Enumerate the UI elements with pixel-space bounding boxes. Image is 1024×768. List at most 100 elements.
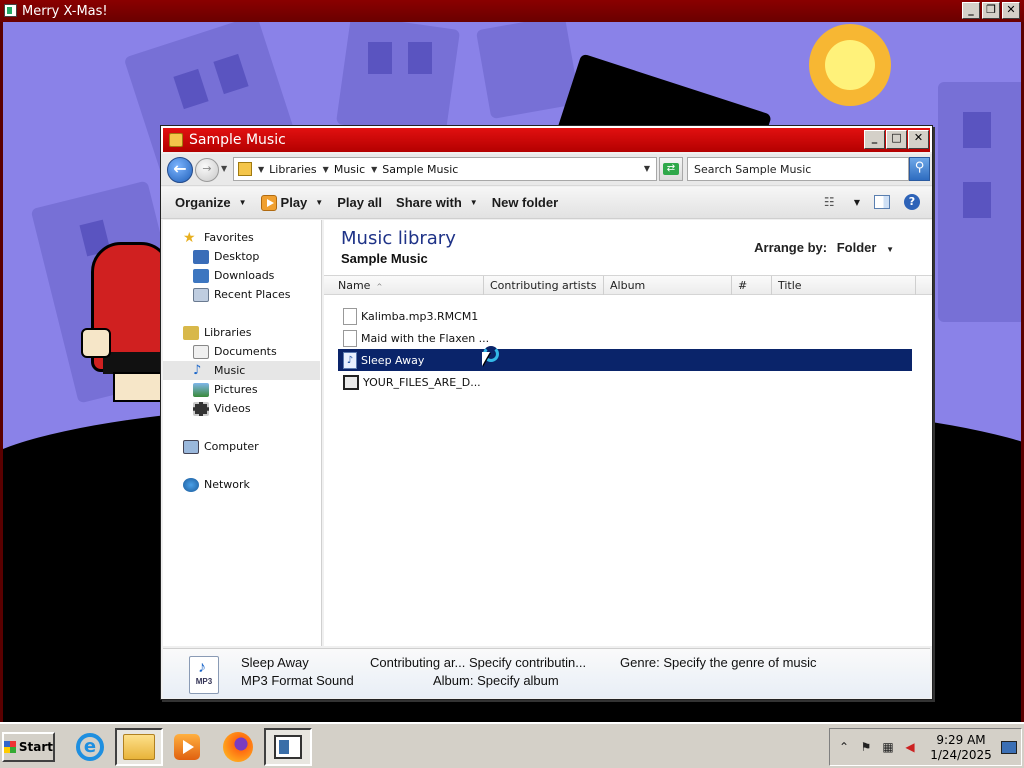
column-contributing-artists[interactable]: Contributing artists bbox=[484, 276, 604, 295]
views-icon[interactable]: ☷ bbox=[824, 195, 840, 209]
clock[interactable]: 9:29 AM 1/24/2025 bbox=[926, 733, 996, 763]
breadcrumb-music[interactable]: Music bbox=[334, 163, 365, 176]
breadcrumb-sample-music[interactable]: Sample Music bbox=[382, 163, 458, 176]
file-row[interactable]: YOUR_FILES_ARE_D... bbox=[338, 371, 912, 393]
chevron-down-icon[interactable]: ▼ bbox=[644, 164, 650, 173]
details-album[interactable]: Album: Specify album bbox=[433, 673, 559, 688]
sort-ascending-icon: ^ bbox=[376, 283, 383, 291]
outer-close-button[interactable]: ✕ bbox=[1002, 2, 1020, 19]
new-folder-button[interactable]: New folder bbox=[492, 195, 558, 210]
share-with-button[interactable]: Share with ▼ bbox=[396, 195, 478, 210]
play-all-button[interactable]: Play all bbox=[337, 195, 382, 210]
windows-logo-icon bbox=[4, 741, 16, 753]
outer-minimize-button[interactable]: _ bbox=[962, 2, 980, 19]
start-button[interactable]: Start bbox=[2, 732, 55, 762]
explorer-window: Sample Music _ □ ✕ ← → ▼ ▼ Libraries ▼ Mus… bbox=[160, 125, 933, 700]
maximize-button[interactable]: □ bbox=[886, 130, 907, 149]
star-icon: ★ bbox=[183, 229, 196, 246]
column-track-number[interactable]: # bbox=[732, 276, 772, 295]
file-row[interactable]: Kalimba.mp3.RMCM1 bbox=[338, 305, 912, 327]
help-icon[interactable]: ? bbox=[904, 194, 920, 210]
nav-libraries[interactable]: Libraries bbox=[183, 323, 340, 342]
play-button[interactable]: Play ▼ bbox=[260, 194, 324, 211]
play-icon bbox=[260, 194, 277, 211]
breadcrumb-libraries[interactable]: Libraries bbox=[269, 163, 317, 176]
chevron-down-icon: ▼ bbox=[886, 245, 894, 254]
internet-explorer-icon: e bbox=[76, 733, 104, 761]
taskbar-media-player[interactable] bbox=[163, 728, 211, 766]
taskbar-windows-explorer[interactable] bbox=[115, 728, 163, 766]
search-icon[interactable]: ⚲ bbox=[909, 157, 930, 181]
recent-pages-dropdown[interactable]: ▼ bbox=[221, 164, 227, 173]
details-contributing-artists[interactable]: Contributing ar... Specify contributin..… bbox=[370, 655, 586, 670]
taskbar-firefox[interactable] bbox=[214, 728, 262, 766]
network-icon[interactable]: ▦ bbox=[880, 739, 896, 755]
address-bar[interactable]: ▼ Libraries ▼ Music ▼ Sample Music ▼ bbox=[233, 157, 657, 181]
folder-icon bbox=[169, 133, 183, 147]
computer-icon bbox=[183, 439, 199, 454]
network-icon bbox=[183, 477, 199, 492]
details-pane: MP3 Sleep Away MP3 Format Sound Contribu… bbox=[163, 648, 930, 698]
taskbar-internet-explorer[interactable]: e bbox=[66, 728, 114, 766]
documents-icon bbox=[193, 344, 209, 359]
details-file-name: Sleep Away bbox=[241, 655, 309, 670]
library-subtitle: Sample Music bbox=[341, 251, 428, 266]
nav-network[interactable]: Network bbox=[183, 475, 340, 494]
show-desktop-icon[interactable] bbox=[1001, 741, 1017, 754]
folder-icon bbox=[238, 162, 252, 176]
organize-button[interactable]: Organize ▼ bbox=[175, 195, 247, 210]
chevron-down-icon: ▼ bbox=[315, 198, 324, 207]
chevron-right-icon[interactable]: ▼ bbox=[371, 165, 377, 174]
outer-window-titlebar: Merry X-Mas! _ ❐ ✕ bbox=[0, 0, 1024, 22]
details-genre[interactable]: Genre: Specify the genre of music bbox=[620, 655, 817, 670]
column-headers: Name ^ Contributing artists Album # Title bbox=[324, 275, 932, 295]
chevron-down-icon[interactable]: ▼ bbox=[854, 198, 860, 207]
close-button[interactable]: ✕ bbox=[908, 130, 929, 149]
file-row[interactable]: Maid with the Flaxen ... bbox=[338, 327, 912, 349]
command-bar: Organize ▼ Play ▼ Play all Share with ▼ New… bbox=[161, 187, 932, 219]
nav-music[interactable]: ♪ Music bbox=[163, 361, 320, 380]
minimize-button[interactable]: _ bbox=[864, 130, 885, 149]
chevron-up-icon[interactable]: ⌃ bbox=[836, 739, 852, 755]
column-title[interactable]: Title bbox=[772, 276, 916, 295]
refresh-button[interactable]: ⇄ bbox=[659, 157, 683, 181]
recent-places-icon bbox=[193, 287, 209, 302]
file-name: YOUR_FILES_ARE_D... bbox=[363, 375, 481, 389]
address-row: ← → ▼ ▼ Libraries ▼ Music ▼ Sample Music ▼ … bbox=[161, 154, 932, 186]
generic-file-icon bbox=[343, 307, 357, 325]
libraries-icon bbox=[183, 325, 199, 340]
nav-computer[interactable]: Computer bbox=[183, 437, 340, 456]
navigation-pane: ★ Favorites Desktop Downloads Recent Plac… bbox=[163, 220, 322, 646]
mouse-pointer-icon bbox=[482, 352, 490, 366]
column-album[interactable]: Album bbox=[604, 276, 732, 295]
volume-muted-icon[interactable]: ◀ bbox=[902, 739, 918, 755]
moon bbox=[809, 24, 891, 106]
firefox-icon bbox=[223, 732, 253, 762]
back-button[interactable]: ← bbox=[167, 157, 193, 183]
chevron-right-icon[interactable]: ▼ bbox=[323, 165, 329, 174]
file-row-selected[interactable]: ♪ Sleep Away bbox=[338, 349, 912, 371]
taskbar-merry-xmas-app[interactable] bbox=[264, 728, 312, 766]
explorer-titlebar: Sample Music _ □ ✕ bbox=[161, 126, 932, 152]
forward-button[interactable]: → bbox=[195, 158, 219, 182]
mp3-file-icon: MP3 bbox=[189, 656, 219, 694]
library-title: Music library bbox=[341, 228, 456, 249]
app-window-icon bbox=[274, 735, 302, 759]
column-name[interactable]: Name ^ bbox=[324, 276, 484, 295]
search-input[interactable]: Search Sample Music bbox=[687, 157, 909, 181]
taskbar: Start e ⌃ ⚑ ▦ ◀ 9:29 AM 1/24/2025 bbox=[0, 722, 1024, 768]
arrange-by-dropdown[interactable]: Arrange by: Folder ▼ bbox=[754, 240, 894, 255]
generic-file-icon bbox=[343, 329, 357, 347]
file-name: Maid with the Flaxen ... bbox=[361, 331, 490, 345]
outer-restore-button[interactable]: ❐ bbox=[982, 2, 1000, 19]
preview-pane-icon[interactable] bbox=[874, 195, 890, 209]
flag-icon[interactable]: ⚑ bbox=[858, 739, 874, 755]
file-name: Kalimba.mp3.RMCM1 bbox=[361, 309, 479, 323]
clock-time: 9:29 AM bbox=[936, 733, 986, 747]
refresh-icon: ⇄ bbox=[663, 163, 679, 175]
music-icon: ♪ bbox=[193, 362, 202, 378]
nav-favorites[interactable]: ★ Favorites bbox=[183, 228, 340, 247]
file-list-pane: Music library Sample Music Arrange by: F… bbox=[324, 220, 932, 646]
videos-icon bbox=[193, 401, 209, 416]
chevron-right-icon[interactable]: ▼ bbox=[258, 165, 264, 174]
